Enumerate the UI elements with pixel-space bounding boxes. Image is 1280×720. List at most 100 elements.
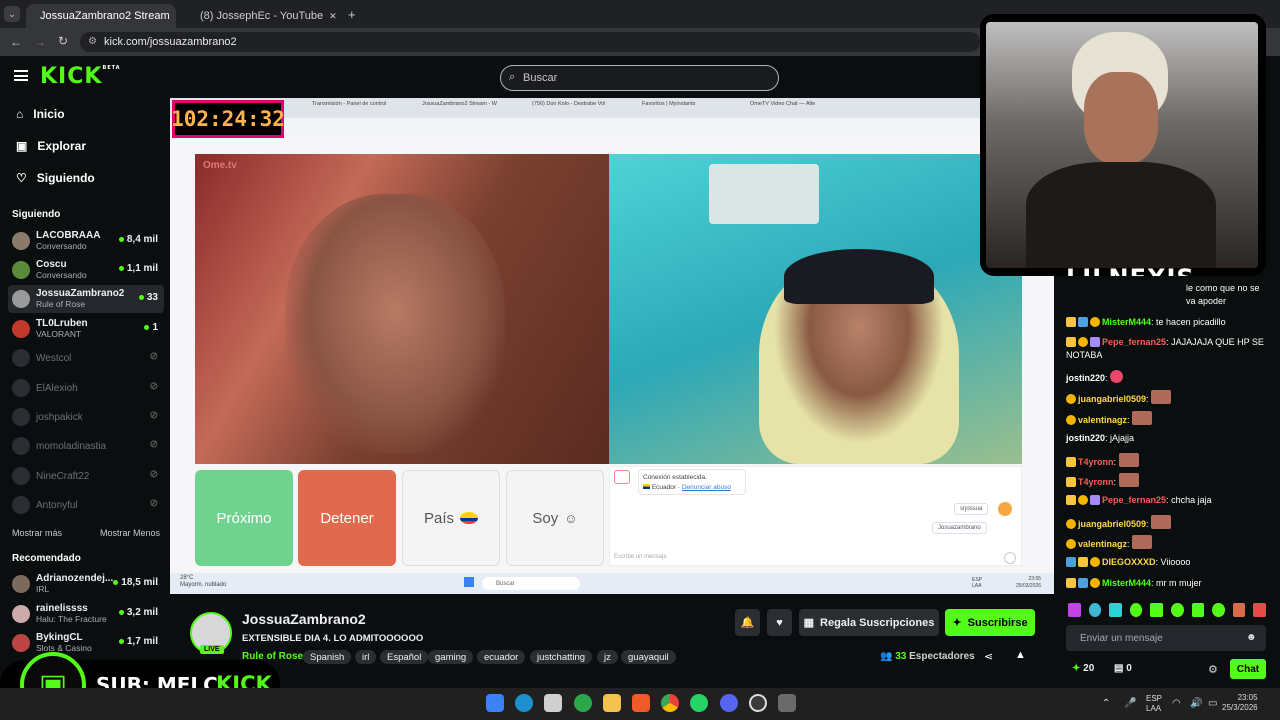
ometv-stranger-camera: Ome.tv: [195, 154, 609, 464]
nav-home[interactable]: ⌂ Inicio: [16, 107, 65, 121]
badge-icon: [1090, 557, 1100, 567]
share-icon[interactable]: ⋖: [984, 650, 993, 663]
inner-tab: Favoritos | Myinstants: [642, 101, 696, 107]
back-icon[interactable]: ←: [10, 35, 22, 49]
badge-icon: [1090, 495, 1100, 505]
browser-tab-youtube[interactable]: (8) JossephEc - YouTube ✕: [186, 4, 342, 28]
wifi-icon[interactable]: ◠: [1172, 698, 1181, 709]
volume-icon[interactable]: 🔊: [1190, 698, 1202, 709]
tray-chevron-icon[interactable]: ⌃: [1102, 698, 1110, 709]
browser-tab-kick[interactable]: JossuaZambrano2 Stream ✕: [26, 4, 176, 28]
discord-icon[interactable]: [720, 694, 738, 712]
inner-address-bar: [170, 118, 980, 136]
battery-icon[interactable]: ▭: [1208, 698, 1217, 709]
sidebar-item-adrianozendejas[interactable]: Adrianozendej... IRL 18,5 mil: [8, 570, 164, 598]
reload-icon[interactable]: ↻: [58, 34, 68, 48]
subscribe-button[interactable]: ✦ Suscribirse: [945, 609, 1035, 636]
points-display[interactable]: ✦ 20: [1072, 663, 1094, 674]
sidebar-item-lacobraaa[interactable]: LACOBRAAA Conversando 8,4 mil: [8, 227, 164, 255]
nav-following[interactable]: ♡ Siguiendo: [16, 171, 95, 185]
emoji-icon[interactable]: ☻: [1246, 632, 1257, 643]
emote-bar: [1068, 603, 1268, 617]
sidebar-item-westcol[interactable]: Westcol ⊘: [8, 344, 164, 372]
mic-icon[interactable]: 🎤: [1124, 698, 1136, 709]
report-icon[interactable]: ▲: [1015, 649, 1026, 661]
notification-bell-icon[interactable]: 🔔: [735, 609, 760, 636]
me-button[interactable]: Soy ☺: [506, 470, 604, 566]
chat-input[interactable]: Enviar un mensaje: [1066, 625, 1266, 651]
search-input[interactable]: Buscar: [500, 65, 779, 91]
badge-icon: [1066, 539, 1076, 549]
sidebar-item-joshpakick[interactable]: joshpakick ⊘: [8, 403, 164, 431]
stop-button[interactable]: Detener: [298, 470, 396, 566]
tag[interactable]: ecuador: [477, 650, 526, 664]
gifts-display[interactable]: ▤ 0: [1114, 663, 1132, 674]
kick-logo[interactable]: KICKBETA: [40, 64, 121, 89]
tag[interactable]: jz: [597, 650, 618, 664]
emote-icon: [1109, 603, 1122, 617]
viewer-count: 8,4 mil: [118, 234, 158, 245]
sidebar-item-jossuazambrano2[interactable]: JossuaZambrano2 Rule of Rose 33: [8, 285, 164, 313]
tag[interactable]: justchatting: [530, 650, 593, 664]
nav-explore[interactable]: ▣ Explorar: [16, 139, 86, 153]
sidebar-item-antonyful[interactable]: Antonyful ⊘: [8, 491, 164, 519]
language-indicator[interactable]: ESP LAA: [1146, 694, 1162, 714]
menu-icon[interactable]: [14, 70, 28, 81]
channel-category: Conversando: [36, 270, 87, 280]
gear-icon[interactable]: ⚙: [1208, 663, 1218, 676]
close-icon[interactable]: ✕: [329, 11, 337, 22]
offline-icon: ⊘: [149, 439, 158, 450]
gift-subs-button[interactable]: ▦ Regala Suscripciones: [799, 609, 939, 636]
show-more-link[interactable]: Mostrar más: [12, 528, 62, 538]
next-button[interactable]: Próximo: [195, 470, 293, 566]
sidebar-item-ninecraft22[interactable]: NineCraft22 ⊘: [8, 462, 164, 490]
report-abuse-link[interactable]: Denunciar abuso: [682, 484, 731, 491]
file-explorer-icon[interactable]: [603, 694, 621, 712]
tab-search-icon[interactable]: ⌄: [4, 6, 20, 22]
sidebar-item-momoladinastia[interactable]: momoladinastia ⊘: [8, 432, 164, 460]
tag[interactable]: Spanish: [303, 650, 352, 664]
tag[interactable]: gaming: [428, 650, 474, 664]
ecuador-flag-icon: [460, 512, 478, 524]
avatar: [12, 290, 30, 308]
sidebar-item-elalexioh[interactable]: ElAlexioh ⊘: [8, 374, 164, 402]
store-icon[interactable]: [544, 694, 562, 712]
settings-icon[interactable]: [778, 694, 796, 712]
obs-icon[interactable]: [749, 694, 767, 712]
streamer-name[interactable]: JossuaZambrano2: [242, 611, 366, 627]
chat-message: jostin220: jAjajja: [1066, 433, 1135, 443]
nav-label: Inicio: [33, 107, 65, 121]
subscribe-label: Suscribirse: [967, 616, 1028, 629]
chrome-icon[interactable]: [661, 694, 679, 712]
site-info-icon[interactable]: ⚙: [88, 36, 97, 47]
ometv-chat-input[interactable]: Escribe un mensaje: [614, 554, 667, 560]
whatsapp-icon[interactable]: [690, 694, 708, 712]
forward-icon[interactable]: →: [34, 35, 46, 49]
sidebar-item-bykingcl[interactable]: BykingCL Slots & Casino 1,7 mil: [8, 629, 164, 657]
tag[interactable]: guayaquil: [621, 650, 676, 664]
follow-heart-icon[interactable]: ♥: [767, 609, 792, 636]
channel-category: Rule of Rose: [36, 299, 86, 309]
windows-start-icon[interactable]: [486, 694, 504, 712]
badge-icon: [1078, 317, 1088, 327]
tag[interactable]: Español: [380, 650, 429, 664]
sidebar-item-tl0lruben[interactable]: TL0Lruben VALORANT 1: [8, 315, 164, 343]
viewer-count: 3,2 mil: [118, 607, 158, 618]
live-dot-icon: [138, 295, 144, 300]
inner-windows-icon: [464, 577, 474, 587]
sidebar-item-coscu[interactable]: Coscu Conversando 1,1 mil: [8, 256, 164, 284]
new-tab-icon[interactable]: +: [348, 7, 356, 22]
subathon-timer: 102:24:32: [171, 100, 285, 138]
xbox-icon[interactable]: [574, 694, 592, 712]
country-button[interactable]: País: [402, 470, 500, 566]
show-less-link[interactable]: Mostrar Menos: [100, 528, 160, 538]
edge-icon[interactable]: [515, 694, 533, 712]
clock[interactable]: 23:05 25/3/2026: [1222, 693, 1258, 713]
sidebar-item-rainelissss[interactable]: rainelissss Halu: The Fracture 3,2 mil: [8, 600, 164, 628]
url-field[interactable]: kick.com/jossuazambrano2: [80, 32, 980, 52]
tag[interactable]: irl: [355, 650, 377, 664]
chat-message: DIEGOXXXD: Viioooo: [1066, 556, 1266, 569]
chat-send-button[interactable]: Chat: [1230, 659, 1266, 679]
brave-icon[interactable]: [632, 694, 650, 712]
emoji-icon[interactable]: [1004, 552, 1016, 564]
